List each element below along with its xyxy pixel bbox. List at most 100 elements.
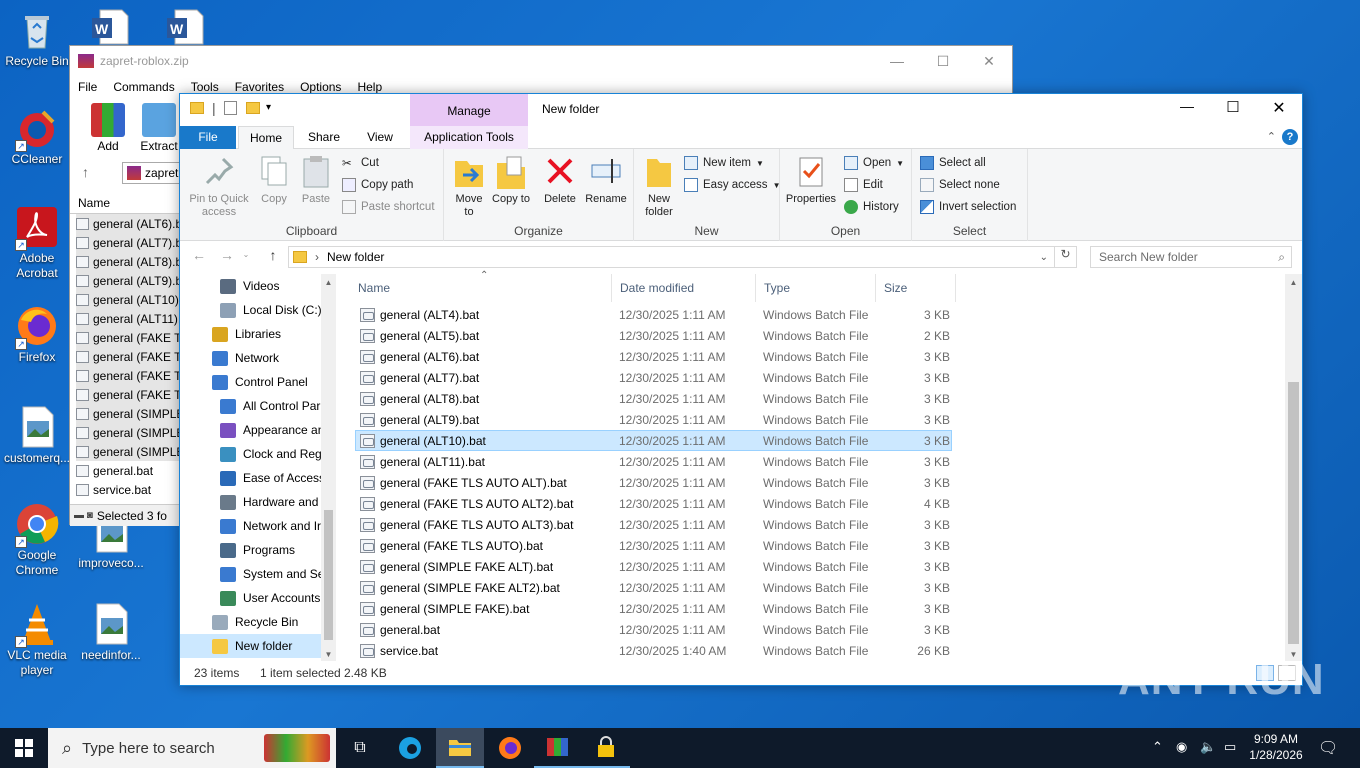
properties-qa-icon[interactable]	[224, 101, 237, 115]
minimize-button[interactable]: —	[1164, 98, 1210, 122]
desktop-icon-needinfor[interactable]: needinfor...	[74, 602, 148, 663]
desktop-icon-vlc[interactable]: ↗ VLC media player	[0, 602, 74, 678]
nav-scrollbar[interactable]: ▲ ▼	[321, 274, 336, 661]
nav-item[interactable]: Ease of Access	[220, 466, 325, 490]
recent-locations-button[interactable]: ⌄	[240, 250, 252, 270]
add-button[interactable]: Add	[88, 103, 128, 153]
file-row[interactable]: general (ALT4).bat 12/30/2025 1:11 AM Wind…	[355, 304, 952, 325]
new-folder-button[interactable]: New folder	[638, 155, 680, 219]
menu-favorites[interactable]: Favorites	[235, 80, 284, 94]
cut-button[interactable]: ✂ Cut	[342, 153, 379, 173]
nav-item[interactable]: Network and Ir	[220, 514, 321, 538]
breadcrumb-chevron-icon[interactable]: ›	[315, 250, 319, 264]
file-row[interactable]: general (SIMPLE FAKE).bat 12/30/2025 1:11…	[355, 598, 952, 619]
back-button[interactable]: ←	[188, 247, 210, 267]
winrar-list-item[interactable]: general.bat	[76, 461, 180, 480]
open-button[interactable]: Open ▼	[844, 153, 904, 173]
menu-file[interactable]: File	[78, 80, 97, 94]
taskbar-search[interactable]: ⌕ Type here to search	[48, 728, 336, 768]
nav-item[interactable]: Recycle Bin	[212, 610, 298, 634]
nav-item[interactable]: New folder	[180, 634, 321, 658]
taskbar-file-explorer[interactable]	[436, 728, 484, 768]
move-to-button[interactable]: Move to	[450, 155, 488, 219]
word-doc-icon[interactable]: W	[165, 6, 205, 49]
nav-item[interactable]: Programs	[220, 538, 295, 562]
tab-view[interactable]: View	[352, 126, 408, 149]
select-none-button[interactable]: Select none	[920, 175, 1000, 195]
nav-item[interactable]: Clock and Regi	[220, 442, 324, 466]
nav-scroll-thumb[interactable]	[324, 510, 333, 640]
select-all-button[interactable]: Select all	[920, 153, 986, 173]
file-row[interactable]: general (SIMPLE FAKE ALT).bat 12/30/2025 …	[355, 556, 952, 577]
nav-item[interactable]: Videos	[220, 274, 279, 298]
winrar-list-item[interactable]: general (FAKE TL	[76, 385, 180, 404]
tab-application-tools[interactable]: Application Tools	[410, 126, 528, 149]
meet-now-icon[interactable]: ◉	[1176, 739, 1187, 755]
minimize-button[interactable]: —	[874, 46, 920, 76]
winrar-list-item[interactable]: general (SIMPLE	[76, 423, 180, 442]
winrar-list-item[interactable]: general (ALT9).b	[76, 271, 180, 290]
pin-quick-access-button[interactable]: Pin to Quick access	[184, 155, 254, 219]
up-icon[interactable]: ↑	[82, 164, 89, 180]
menu-tools[interactable]: Tools	[191, 80, 219, 94]
winrar-list-item[interactable]: service.bat	[76, 480, 180, 499]
winrar-col-name[interactable]: Name	[70, 190, 180, 214]
menu-options[interactable]: Options	[300, 80, 341, 94]
copy-path-button[interactable]: Copy path	[342, 175, 413, 195]
file-row[interactable]: general (ALT7).bat 12/30/2025 1:11 AM Wind…	[355, 367, 952, 388]
winrar-path[interactable]: zapret	[122, 162, 182, 184]
address-box[interactable]: › New folder ⌄ ↻	[288, 246, 1077, 268]
file-row[interactable]: general (ALT9).bat 12/30/2025 1:11 AM Wind…	[355, 409, 952, 430]
close-button[interactable]: ✕	[1256, 98, 1302, 122]
tab-home[interactable]: Home	[238, 126, 294, 150]
breadcrumb-current[interactable]: New folder	[327, 250, 384, 264]
close-button[interactable]: ✕	[966, 46, 1012, 76]
customize-qa-icon[interactable]: ▾	[266, 102, 271, 113]
tab-share[interactable]: Share	[296, 126, 352, 149]
file-row[interactable]: service.bat 12/30/2025 1:40 AM Windows Bat…	[355, 640, 952, 661]
file-row[interactable]: general.bat 12/30/2025 1:11 AM Windows Bat…	[355, 619, 952, 640]
easy-access-button[interactable]: Easy access ▼	[684, 175, 780, 195]
new-folder-qa-icon[interactable]	[246, 102, 260, 114]
desktop-icon-ccleaner[interactable]: ↗ CCleaner	[0, 106, 74, 167]
nav-item[interactable]: Local Disk (C:)	[220, 298, 322, 322]
collapse-ribbon-icon[interactable]: ⌃	[1267, 130, 1276, 143]
show-hidden-icons[interactable]: ⌃	[1152, 739, 1163, 755]
file-row[interactable]: general (ALT6).bat 12/30/2025 1:11 AM Wind…	[355, 346, 952, 367]
desktop-icon-customerq[interactable]: customerq...	[0, 405, 74, 466]
taskbar-edge[interactable]	[386, 728, 434, 768]
maximize-button[interactable]: ☐	[920, 46, 966, 76]
paste-button[interactable]: Paste	[298, 155, 334, 206]
file-row[interactable]: general (ALT8).bat 12/30/2025 1:11 AM Wind…	[355, 388, 952, 409]
file-list-scrollbar[interactable]: ▲ ▼	[1285, 274, 1302, 661]
history-button[interactable]: History	[844, 197, 899, 217]
winrar-list-item[interactable]: general (ALT11).	[76, 309, 180, 328]
file-row[interactable]: general (FAKE TLS AUTO ALT3).bat 12/30/20…	[355, 514, 952, 535]
winrar-list-item[interactable]: general (SIMPLE	[76, 442, 180, 461]
word-doc-icon[interactable]: W	[90, 6, 130, 49]
desktop-icon-recycle-bin[interactable]: Recycle Bin	[0, 8, 74, 69]
column-name[interactable]: Name	[350, 274, 612, 302]
refresh-icon[interactable]: ↻	[1054, 247, 1076, 267]
forward-button[interactable]: →	[216, 247, 238, 267]
extract-button[interactable]: Extract	[138, 103, 180, 153]
desktop-icon-acrobat[interactable]: ↗ Adobe Acrobat	[0, 205, 74, 281]
up-button[interactable]: ↑	[262, 247, 284, 267]
scroll-up-icon[interactable]: ▲	[1285, 274, 1302, 287]
winrar-list-item[interactable]: general (ALT7).b	[76, 233, 180, 252]
nav-item[interactable]: System and Se	[220, 562, 324, 586]
nav-item[interactable]: Hardware and	[220, 490, 318, 514]
address-dropdown-icon[interactable]: ⌄	[1040, 252, 1048, 263]
scroll-up-icon[interactable]: ▲	[321, 274, 336, 287]
menu-commands[interactable]: Commands	[113, 80, 174, 94]
maximize-button[interactable]: ☐	[1210, 98, 1256, 122]
nav-item[interactable]: All Control Par	[220, 394, 320, 418]
volume-icon[interactable]: 🔈	[1200, 739, 1216, 755]
tab-file[interactable]: File	[180, 126, 236, 149]
winrar-list-item[interactable]: general (FAKE TL	[76, 366, 180, 385]
winrar-list-item[interactable]: general (FAKE TL	[76, 328, 180, 347]
nav-item[interactable]: User Accounts	[220, 586, 320, 610]
start-button[interactable]	[0, 728, 48, 768]
invert-selection-button[interactable]: Invert selection	[920, 197, 1016, 217]
nav-item[interactable]: Network	[212, 346, 279, 370]
